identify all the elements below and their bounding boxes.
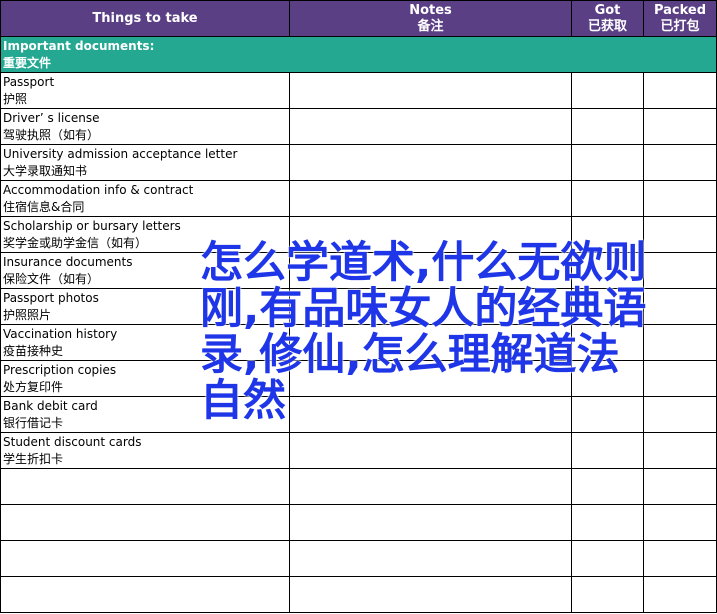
packed-cell[interactable] bbox=[643, 468, 717, 505]
checklist-sheet: Things to take Notes 备注 Got 已获取 Packed 已打包 … bbox=[0, 0, 717, 614]
item-cell[interactable]: Insurance documents 保险文件（如有） bbox=[0, 252, 290, 289]
got-cell[interactable] bbox=[571, 144, 644, 181]
packed-cell[interactable] bbox=[643, 72, 717, 109]
header-things: Things to take bbox=[0, 0, 290, 37]
table-row[interactable]: Accommodation info & contract 住宿信息&合同 bbox=[0, 180, 717, 217]
table-row[interactable]: Scholarship or bursary letters 奖学金或助学金信（如… bbox=[0, 216, 717, 253]
table-row[interactable]: Bank debit card 银行借记卡 bbox=[0, 396, 717, 433]
item-cell[interactable]: Driver’ s license 驾驶执照（如有） bbox=[0, 108, 290, 145]
notes-cell[interactable] bbox=[289, 360, 572, 397]
packed-cell[interactable] bbox=[643, 108, 717, 145]
table-row[interactable]: Driver’ s license 驾驶执照（如有） bbox=[0, 108, 717, 145]
packed-cell[interactable] bbox=[643, 360, 717, 397]
notes-cell[interactable] bbox=[289, 252, 572, 289]
notes-cell[interactable] bbox=[289, 468, 572, 505]
packed-cell[interactable] bbox=[643, 288, 717, 325]
notes-cell[interactable] bbox=[289, 288, 572, 325]
got-cell[interactable] bbox=[571, 396, 644, 433]
got-cell[interactable] bbox=[571, 432, 644, 469]
packed-cell[interactable] bbox=[643, 504, 717, 541]
packed-cell[interactable] bbox=[643, 144, 717, 181]
notes-cell[interactable] bbox=[289, 576, 572, 613]
notes-cell[interactable] bbox=[289, 180, 572, 217]
table-row[interactable]: Student discount cards 学生折扣卡 bbox=[0, 432, 717, 469]
got-cell[interactable] bbox=[571, 108, 644, 145]
notes-cell[interactable] bbox=[289, 324, 572, 361]
table-row[interactable]: Passport photos 护照照片 bbox=[0, 288, 717, 325]
packed-cell[interactable] bbox=[643, 576, 717, 613]
got-cell[interactable] bbox=[571, 576, 644, 613]
table-row[interactable]: Insurance documents 保险文件（如有） bbox=[0, 252, 717, 289]
got-cell[interactable] bbox=[571, 252, 644, 289]
got-cell[interactable] bbox=[571, 468, 644, 505]
item-cell[interactable]: Passport 护照 bbox=[0, 72, 290, 109]
notes-cell[interactable] bbox=[289, 504, 572, 541]
packed-cell[interactable] bbox=[643, 216, 717, 253]
item-cell[interactable]: Vaccination history 疫苗接种史 bbox=[0, 324, 290, 361]
notes-cell[interactable] bbox=[289, 216, 572, 253]
packed-cell[interactable] bbox=[643, 432, 717, 469]
section-row: Important documents: 重要文件 bbox=[0, 36, 717, 73]
header-got: Got 已获取 bbox=[571, 0, 644, 37]
packed-cell[interactable] bbox=[643, 180, 717, 217]
table-row[interactable]: Prescription copies 处方复印件 bbox=[0, 360, 717, 397]
got-cell[interactable] bbox=[571, 216, 644, 253]
got-cell[interactable] bbox=[571, 324, 644, 361]
item-cell[interactable]: University admission acceptance letter 大学… bbox=[0, 144, 290, 181]
notes-cell[interactable] bbox=[289, 432, 572, 469]
item-cell[interactable]: Bank debit card 银行借记卡 bbox=[0, 396, 290, 433]
got-cell[interactable] bbox=[571, 288, 644, 325]
notes-cell[interactable] bbox=[289, 540, 572, 577]
item-cell[interactable]: Accommodation info & contract 住宿信息&合同 bbox=[0, 180, 290, 217]
got-cell[interactable] bbox=[571, 504, 644, 541]
checklist-table: Things to take Notes 备注 Got 已获取 Packed 已打包 … bbox=[0, 0, 717, 613]
notes-cell[interactable] bbox=[289, 396, 572, 433]
item-cell[interactable] bbox=[0, 576, 290, 613]
packed-cell[interactable] bbox=[643, 252, 717, 289]
item-cell[interactable] bbox=[0, 540, 290, 577]
empty-row[interactable] bbox=[0, 504, 717, 541]
header-row: Things to take Notes 备注 Got 已获取 Packed 已打包 bbox=[0, 0, 717, 37]
item-cell[interactable]: Student discount cards 学生折扣卡 bbox=[0, 432, 290, 469]
table-row[interactable]: Passport 护照 bbox=[0, 72, 717, 109]
header-packed: Packed 已打包 bbox=[643, 0, 717, 37]
notes-cell[interactable] bbox=[289, 144, 572, 181]
empty-row[interactable] bbox=[0, 576, 717, 613]
got-cell[interactable] bbox=[571, 72, 644, 109]
table-row[interactable]: Vaccination history 疫苗接种史 bbox=[0, 324, 717, 361]
header-notes: Notes 备注 bbox=[289, 0, 572, 37]
got-cell[interactable] bbox=[571, 180, 644, 217]
got-cell[interactable] bbox=[571, 540, 644, 577]
notes-cell[interactable] bbox=[289, 72, 572, 109]
item-cell[interactable]: Scholarship or bursary letters 奖学金或助学金信（如… bbox=[0, 216, 290, 253]
item-cell[interactable] bbox=[0, 468, 290, 505]
section-title: Important documents: 重要文件 bbox=[0, 36, 717, 73]
item-cell[interactable]: Prescription copies 处方复印件 bbox=[0, 360, 290, 397]
packed-cell[interactable] bbox=[643, 540, 717, 577]
got-cell[interactable] bbox=[571, 360, 644, 397]
packed-cell[interactable] bbox=[643, 324, 717, 361]
item-cell[interactable] bbox=[0, 504, 290, 541]
empty-row[interactable] bbox=[0, 540, 717, 577]
packed-cell[interactable] bbox=[643, 396, 717, 433]
empty-row[interactable] bbox=[0, 468, 717, 505]
item-cell[interactable]: Passport photos 护照照片 bbox=[0, 288, 290, 325]
notes-cell[interactable] bbox=[289, 108, 572, 145]
table-row[interactable]: University admission acceptance letter 大学… bbox=[0, 144, 717, 181]
